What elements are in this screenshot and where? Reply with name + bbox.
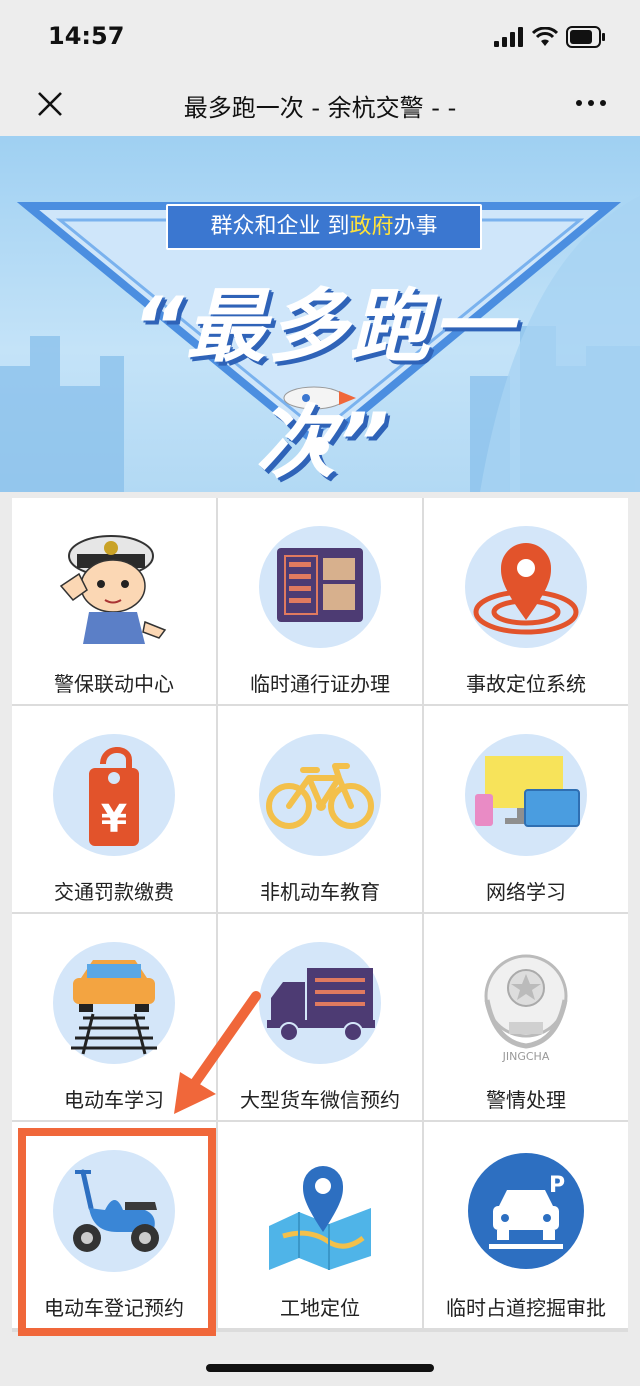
battery-icon <box>566 26 605 48</box>
police-officer-icon <box>59 535 167 644</box>
service-temp-pass[interactable]: 临时通行证办理 <box>218 498 422 704</box>
service-online-learning[interactable]: 网络学习 <box>424 706 628 912</box>
svg-text:¥: ¥ <box>101 797 127 841</box>
service-label: 事故定位系统 <box>466 672 586 696</box>
service-nonmotor-education[interactable]: 非机动车教育 <box>218 706 422 912</box>
more-menu-icon[interactable] <box>576 100 606 106</box>
annotation-arrow <box>174 991 261 1114</box>
annotation-highlight <box>18 1128 216 1336</box>
service-police-incident[interactable]: JINGCHA 警情处理 <box>424 914 628 1120</box>
location-pin-icon <box>473 543 579 635</box>
page-title: 最多跑一次 - 余杭交警 - - <box>183 94 457 122</box>
signal-icon <box>494 27 523 47</box>
service-police-linkage[interactable]: 警保联动中心 <box>12 498 216 704</box>
service-label: 交通罚款缴费 <box>54 880 174 904</box>
devices-icon <box>475 756 580 827</box>
banner-headline: “最多跑一次” <box>132 280 514 489</box>
service-fine-payment[interactable]: ¥ 交通罚款缴费 <box>12 706 216 912</box>
nav-bar: 最多跑一次 - 余杭交警 - - <box>0 74 640 136</box>
banner-tagline: 群众和企业 到政府办事 <box>166 204 482 250</box>
status-time: 14:57 <box>48 22 125 50</box>
parking-car-icon: P <box>468 1153 584 1269</box>
service-road-excavation[interactable]: P 临时占道挖掘审批 <box>424 1122 628 1328</box>
carousel-indicator[interactable] <box>311 437 329 455</box>
status-icons <box>494 26 606 48</box>
service-accident-location[interactable]: 事故定位系统 <box>424 498 628 704</box>
document-icon <box>277 548 363 622</box>
service-label: 临时通行证办理 <box>250 672 390 696</box>
truck-icon <box>267 968 375 1042</box>
yuan-tag-icon: ¥ <box>89 747 139 846</box>
car-road-icon <box>71 960 157 1055</box>
service-label: 网络学习 <box>486 880 566 904</box>
service-label: 警保联动中心 <box>54 672 174 696</box>
service-label: 警情处理 <box>486 1088 566 1112</box>
wifi-icon <box>532 27 558 46</box>
svg-text:JINGCHA: JINGCHA <box>502 1050 550 1063</box>
bicycle-icon <box>266 763 374 829</box>
status-bar: 14:57 <box>0 0 640 74</box>
service-label: 非机动车教育 <box>260 880 380 904</box>
service-site-location[interactable]: 工地定位 <box>218 1122 422 1328</box>
service-label: 临时占道挖掘审批 <box>446 1296 606 1320</box>
home-indicator[interactable] <box>206 1364 434 1372</box>
service-label: 工地定位 <box>280 1296 360 1320</box>
svg-text:P: P <box>549 1173 565 1198</box>
map-pin-icon <box>269 1166 371 1270</box>
police-emblem-icon: JINGCHA <box>484 954 568 1063</box>
